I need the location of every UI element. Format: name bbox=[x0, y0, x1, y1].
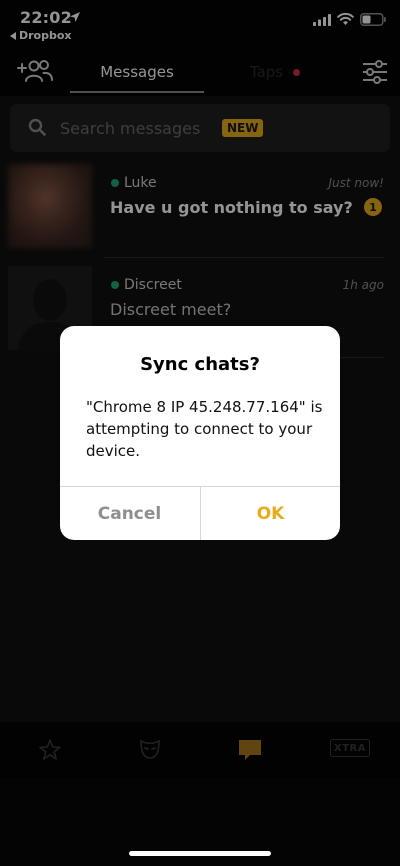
cancel-button[interactable]: Cancel bbox=[60, 487, 199, 540]
sync-chats-dialog: Sync chats? "Chrome 8 IP 45.248.77.164" … bbox=[60, 326, 340, 540]
ok-button[interactable]: OK bbox=[201, 487, 340, 540]
app-screen: 22:02 Dropbox Messages Taps Search messa… bbox=[0, 0, 400, 866]
dialog-message: "Chrome 8 IP 45.248.77.164" is attemptin… bbox=[86, 398, 323, 460]
dialog-title: Sync chats? bbox=[140, 354, 260, 375]
home-indicator[interactable] bbox=[129, 851, 271, 856]
